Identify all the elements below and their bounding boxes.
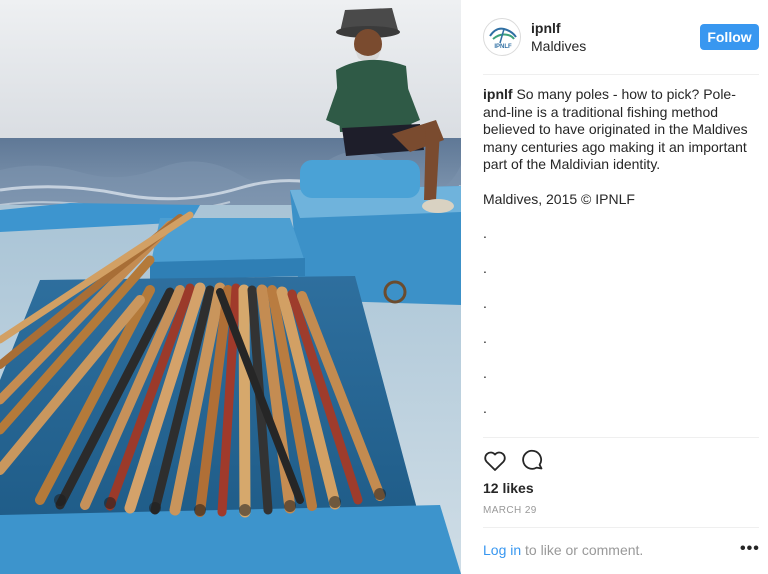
caption-dot: . [483,365,487,381]
caption-credit: Maldives, 2015 © IPNLF [483,190,635,207]
speech-bubble-icon[interactable] [521,449,545,473]
login-prompt-text: to like or comment. [521,542,644,558]
caption-username[interactable]: ipnlf [483,86,513,102]
caption-dot: . [483,295,487,311]
actions-divider [483,437,759,438]
header-divider [483,74,759,75]
ellipsis-icon[interactable]: ••• [740,540,760,558]
follow-button[interactable]: Follow [700,24,759,50]
post-username[interactable]: ipnlf [531,20,561,36]
post-header: IPNLF ipnlf Maldives Follow [461,0,768,74]
caption-text: So many poles - how to pick? Pole-and-li… [483,86,748,172]
svg-text:IPNLF: IPNLF [494,44,512,50]
login-prompt: Log in to like or comment. [483,542,643,558]
caption-dot: . [483,400,487,416]
post-sidebar: IPNLF ipnlf Maldives Follow ipnlf So man… [461,0,768,574]
heart-outline-icon[interactable] [483,449,507,473]
post-caption: ipnlf So many poles - how to pick? Pole-… [483,86,755,435]
post-location[interactable]: Maldives [531,38,586,54]
avatar[interactable]: IPNLF [483,18,521,56]
caption-dots: . . . . . . [483,225,755,435]
ipnlf-logo-icon: IPNLF [489,27,517,50]
fishing-boat-photo [0,0,461,574]
login-link[interactable]: Log in [483,542,521,558]
caption-dot: . [483,330,487,346]
footer-divider [483,527,759,528]
caption-dot: . [483,225,487,241]
post-date: MARCH 29 [483,505,537,516]
likes-count[interactable]: 12 likes [483,480,534,496]
caption-dot: . [483,260,487,276]
post-photo[interactable] [0,0,461,574]
